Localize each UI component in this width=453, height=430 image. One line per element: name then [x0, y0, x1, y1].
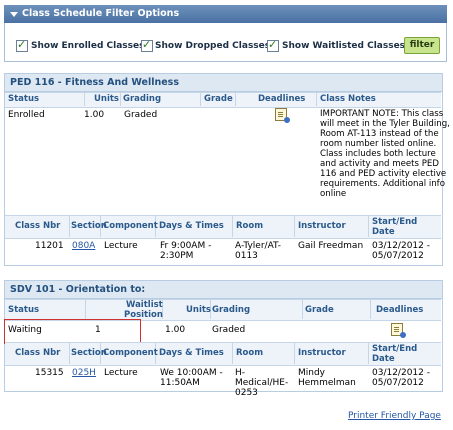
instructor: Gail Freedman — [298, 241, 364, 251]
header-date: Date — [372, 354, 395, 364]
header-grade: Grade — [305, 305, 334, 315]
section-link[interactable]: 025H — [72, 367, 96, 379]
enrollment-status: Enrolled — [8, 110, 45, 120]
show-dropped-checkbox[interactable] — [141, 38, 153, 52]
header-room: Room — [236, 221, 264, 231]
header-grading: Grading — [123, 94, 162, 104]
header-date: Date — [372, 227, 395, 237]
show-waitlisted-label: Show Waitlisted Classes — [282, 41, 406, 51]
dates-line2: 05/07/2012 — [372, 378, 424, 388]
printer-friendly-link[interactable]: Printer Friendly Page — [348, 410, 441, 422]
header-class-nbr: Class Nbr — [15, 348, 61, 358]
header-component: Component — [103, 348, 158, 358]
header-status: Status — [8, 94, 40, 104]
class-nbr: 11201 — [35, 241, 64, 251]
grading-value: Graded — [124, 110, 158, 120]
enrollment-status: Waiting — [8, 325, 42, 335]
show-enrolled-label: Show Enrolled Classes — [31, 41, 145, 51]
filter-panel-title: Class Schedule Filter Options — [22, 8, 180, 19]
deadlines-icon[interactable] — [275, 108, 290, 123]
header-grading: Grading — [212, 305, 251, 315]
class-notes-text: IMPORTANT NOTE: This class will meet in … — [320, 109, 450, 199]
units-value: 1.00 — [165, 325, 186, 335]
show-waitlisted-checkbox[interactable] — [267, 38, 279, 52]
header-deadlines: Deadlines — [258, 94, 306, 104]
header-instructor: Instructor — [298, 221, 346, 231]
filter-button[interactable]: filter — [404, 37, 440, 54]
header-class-nbr: Class Nbr — [15, 221, 61, 231]
header-instructor: Instructor — [298, 348, 346, 358]
header-units: Units — [186, 305, 211, 315]
triangle-down-icon[interactable] — [10, 12, 18, 17]
header-days-times: Days & Times — [159, 348, 224, 358]
header-class-notes: Class Notes — [320, 94, 376, 104]
component: Lecture — [104, 368, 138, 378]
header-component: Component — [103, 221, 158, 231]
days-times-line2: 11:50AM — [160, 378, 200, 388]
class-nbr: 15315 — [35, 368, 64, 378]
header-section: Section — [71, 221, 107, 231]
room-line2: 0113 — [235, 251, 258, 261]
header-grade: Grade — [204, 94, 233, 104]
dates-line2: 05/07/2012 — [372, 251, 424, 261]
grading-value: Graded — [212, 325, 246, 335]
deadlines-icon[interactable] — [391, 323, 406, 338]
course-title: SDV 101 - Orientation to: — [5, 281, 442, 299]
header-units: Units — [94, 94, 119, 104]
component: Lecture — [104, 241, 138, 251]
header-room: Room — [236, 348, 264, 358]
days-times-line2: 2:30PM — [160, 251, 194, 261]
waitlist-position: 1 — [95, 325, 101, 335]
header-days-times: Days & Times — [159, 221, 224, 231]
show-dropped-label: Show Dropped Classes — [155, 41, 271, 51]
section-link[interactable]: 080A — [72, 240, 95, 252]
course-title: PED 116 - Fitness And Wellness — [5, 74, 442, 92]
header-section: Section — [71, 348, 107, 358]
header-deadlines: Deadlines — [376, 305, 424, 315]
header-status: Status — [8, 305, 40, 315]
room-line3: 0253 — [235, 388, 258, 398]
filter-panel-header[interactable]: Class Schedule Filter Options — [4, 5, 447, 23]
instructor-line2: Hemmelman — [298, 378, 356, 388]
units-value: 1.00 — [84, 110, 105, 120]
show-enrolled-checkbox[interactable] — [16, 38, 28, 52]
